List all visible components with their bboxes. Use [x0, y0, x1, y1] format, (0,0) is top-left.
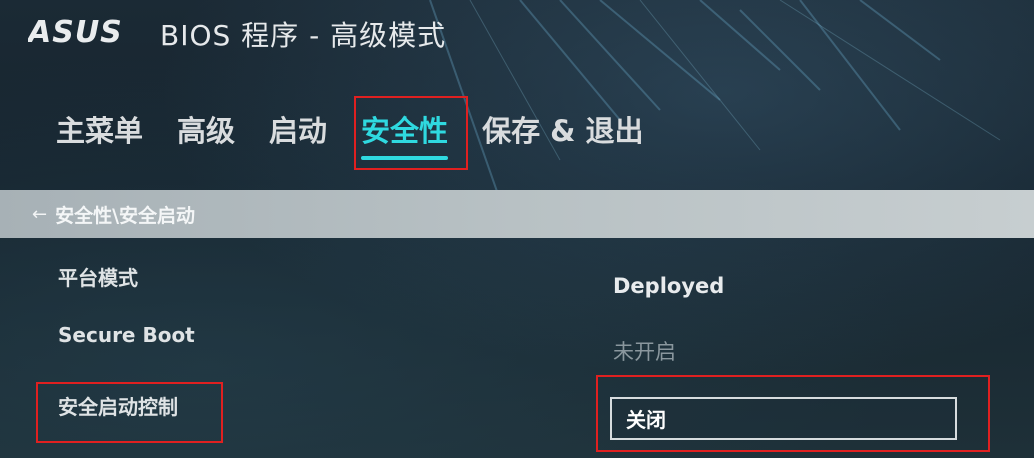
- breadcrumb[interactable]: ← 安全性\安全启动: [0, 190, 1034, 238]
- bios-screen: ASUS BIOS 程序 - 高级模式 主菜单 高级 启动 安全性 保存 & 退…: [0, 0, 1034, 458]
- tab-main[interactable]: 主菜单: [56, 108, 143, 160]
- platform-mode-value: Deployed: [613, 274, 725, 298]
- secure-boot-label: Secure Boot: [58, 323, 195, 347]
- highlight-secure-boot-control-label: [36, 382, 223, 443]
- svg-text:ASUS: ASUS: [28, 15, 123, 48]
- background-streaks: [429, 0, 1001, 200]
- tab-advanced[interactable]: 高级: [177, 108, 235, 160]
- asus-logo: ASUS: [28, 15, 123, 48]
- platform-mode-label: 平台模式: [58, 266, 138, 290]
- highlight-secure-boot-control-select: [596, 375, 990, 452]
- secure-boot-value: 未开启: [613, 340, 676, 364]
- highlight-security-tab: [354, 96, 468, 170]
- tab-boot[interactable]: 启动: [269, 108, 327, 160]
- left-arrow-icon[interactable]: ←: [32, 204, 47, 225]
- tab-save-exit[interactable]: 保存 & 退出: [482, 108, 643, 160]
- page-title: BIOS 程序 - 高级模式: [160, 19, 447, 52]
- breadcrumb-path: 安全性\安全启动: [55, 204, 196, 227]
